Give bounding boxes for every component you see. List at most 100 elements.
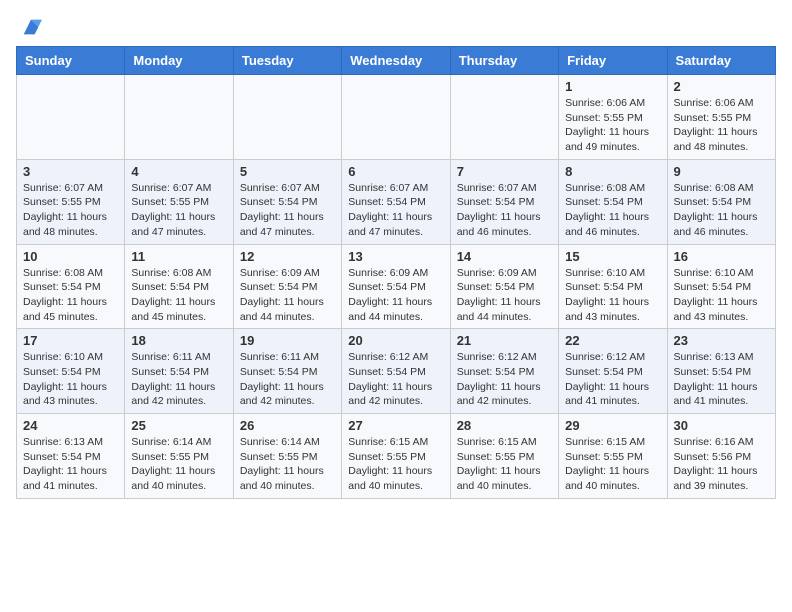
calendar-cell: 28 Sunrise: 6:15 AMSunset: 5:55 PMDayligh…: [450, 414, 558, 499]
cell-info-text: Sunrise: 6:10 AMSunset: 5:54 PMDaylight:…: [565, 266, 660, 325]
calendar-cell: 13 Sunrise: 6:09 AMSunset: 5:54 PMDayligh…: [342, 244, 450, 329]
cell-info-text: Sunrise: 6:10 AMSunset: 5:54 PMDaylight:…: [674, 266, 769, 325]
cell-info-text: Sunrise: 6:08 AMSunset: 5:54 PMDaylight:…: [131, 266, 226, 325]
cell-date-number: 17: [23, 333, 118, 348]
logo: [16, 16, 42, 38]
cell-info-text: Sunrise: 6:07 AMSunset: 5:54 PMDaylight:…: [240, 181, 335, 240]
calendar-cell: 26 Sunrise: 6:14 AMSunset: 5:55 PMDayligh…: [233, 414, 341, 499]
calendar-cell: 9 Sunrise: 6:08 AMSunset: 5:54 PMDaylight…: [667, 159, 775, 244]
calendar-cell: 29Sunrise: 6:15 AMSunset: 5:55 PMDayligh…: [559, 414, 667, 499]
calendar-cell: 2 Sunrise: 6:06 AMSunset: 5:55 PMDaylight…: [667, 75, 775, 160]
weekday-header-sunday: Sunday: [17, 47, 125, 75]
calendar-week-row: 24Sunrise: 6:13 AMSunset: 5:54 PMDayligh…: [17, 414, 776, 499]
weekday-header-monday: Monday: [125, 47, 233, 75]
cell-info-text: Sunrise: 6:15 AMSunset: 5:55 PMDaylight:…: [348, 435, 443, 494]
cell-info-text: Sunrise: 6:07 AMSunset: 5:55 PMDaylight:…: [131, 181, 226, 240]
calendar-cell: 21 Sunrise: 6:12 AMSunset: 5:54 PMDayligh…: [450, 329, 558, 414]
calendar-cell: 30Sunrise: 6:16 AMSunset: 5:56 PMDayligh…: [667, 414, 775, 499]
calendar-cell: 7 Sunrise: 6:07 AMSunset: 5:54 PMDaylight…: [450, 159, 558, 244]
weekday-header-thursday: Thursday: [450, 47, 558, 75]
cell-info-text: Sunrise: 6:12 AMSunset: 5:54 PMDaylight:…: [565, 350, 660, 409]
cell-info-text: Sunrise: 6:14 AMSunset: 5:55 PMDaylight:…: [131, 435, 226, 494]
calendar-cell: 22Sunrise: 6:12 AMSunset: 5:54 PMDayligh…: [559, 329, 667, 414]
calendar-cell: 27 Sunrise: 6:15 AMSunset: 5:55 PMDayligh…: [342, 414, 450, 499]
calendar-cell: [342, 75, 450, 160]
cell-date-number: 14: [457, 249, 552, 264]
calendar-cell: 11 Sunrise: 6:08 AMSunset: 5:54 PMDayligh…: [125, 244, 233, 329]
calendar-week-row: 1 Sunrise: 6:06 AMSunset: 5:55 PMDaylight…: [17, 75, 776, 160]
cell-date-number: 26: [240, 418, 335, 433]
calendar-cell: 20 Sunrise: 6:12 AMSunset: 5:54 PMDayligh…: [342, 329, 450, 414]
cell-date-number: 4: [131, 164, 226, 179]
cell-date-number: 21: [457, 333, 552, 348]
calendar-cell: [17, 75, 125, 160]
calendar-header: SundayMondayTuesdayWednesdayThursdayFrid…: [17, 47, 776, 75]
cell-info-text: Sunrise: 6:09 AMSunset: 5:54 PMDaylight:…: [348, 266, 443, 325]
calendar-body: 1 Sunrise: 6:06 AMSunset: 5:55 PMDaylight…: [17, 75, 776, 499]
cell-info-text: Sunrise: 6:13 AMSunset: 5:54 PMDaylight:…: [23, 435, 118, 494]
cell-date-number: 30: [674, 418, 769, 433]
page-header: [16, 16, 776, 38]
cell-info-text: Sunrise: 6:12 AMSunset: 5:54 PMDaylight:…: [457, 350, 552, 409]
calendar-cell: 18 Sunrise: 6:11 AMSunset: 5:54 PMDayligh…: [125, 329, 233, 414]
calendar-cell: 1 Sunrise: 6:06 AMSunset: 5:55 PMDaylight…: [559, 75, 667, 160]
calendar-cell: 6Sunrise: 6:07 AMSunset: 5:54 PMDaylight…: [342, 159, 450, 244]
cell-info-text: Sunrise: 6:06 AMSunset: 5:55 PMDaylight:…: [674, 96, 769, 155]
cell-info-text: Sunrise: 6:13 AMSunset: 5:54 PMDaylight:…: [674, 350, 769, 409]
calendar-cell: 5 Sunrise: 6:07 AMSunset: 5:54 PMDaylight…: [233, 159, 341, 244]
weekday-header-saturday: Saturday: [667, 47, 775, 75]
cell-info-text: Sunrise: 6:15 AMSunset: 5:55 PMDaylight:…: [565, 435, 660, 494]
calendar-cell: 3Sunrise: 6:07 AMSunset: 5:55 PMDaylight…: [17, 159, 125, 244]
cell-info-text: Sunrise: 6:09 AMSunset: 5:54 PMDaylight:…: [240, 266, 335, 325]
cell-date-number: 28: [457, 418, 552, 433]
cell-info-text: Sunrise: 6:07 AMSunset: 5:55 PMDaylight:…: [23, 181, 118, 240]
cell-date-number: 11: [131, 249, 226, 264]
cell-info-text: Sunrise: 6:10 AMSunset: 5:54 PMDaylight:…: [23, 350, 118, 409]
cell-date-number: 9: [674, 164, 769, 179]
cell-date-number: 5: [240, 164, 335, 179]
calendar-cell: 19Sunrise: 6:11 AMSunset: 5:54 PMDayligh…: [233, 329, 341, 414]
cell-info-text: Sunrise: 6:09 AMSunset: 5:54 PMDaylight:…: [457, 266, 552, 325]
cell-info-text: Sunrise: 6:08 AMSunset: 5:54 PMDaylight:…: [565, 181, 660, 240]
calendar-cell: [125, 75, 233, 160]
calendar-cell: 25 Sunrise: 6:14 AMSunset: 5:55 PMDayligh…: [125, 414, 233, 499]
weekday-header-row: SundayMondayTuesdayWednesdayThursdayFrid…: [17, 47, 776, 75]
cell-date-number: 23: [674, 333, 769, 348]
cell-date-number: 2: [674, 79, 769, 94]
calendar-week-row: 3Sunrise: 6:07 AMSunset: 5:55 PMDaylight…: [17, 159, 776, 244]
cell-info-text: Sunrise: 6:08 AMSunset: 5:54 PMDaylight:…: [674, 181, 769, 240]
cell-date-number: 1: [565, 79, 660, 94]
cell-date-number: 10: [23, 249, 118, 264]
cell-date-number: 7: [457, 164, 552, 179]
cell-date-number: 8: [565, 164, 660, 179]
cell-info-text: Sunrise: 6:15 AMSunset: 5:55 PMDaylight:…: [457, 435, 552, 494]
calendar-cell: 4 Sunrise: 6:07 AMSunset: 5:55 PMDaylight…: [125, 159, 233, 244]
cell-date-number: 20: [348, 333, 443, 348]
cell-date-number: 16: [674, 249, 769, 264]
calendar-cell: 8 Sunrise: 6:08 AMSunset: 5:54 PMDaylight…: [559, 159, 667, 244]
cell-info-text: Sunrise: 6:12 AMSunset: 5:54 PMDaylight:…: [348, 350, 443, 409]
cell-info-text: Sunrise: 6:06 AMSunset: 5:55 PMDaylight:…: [565, 96, 660, 155]
logo-icon: [20, 16, 42, 38]
cell-date-number: 13: [348, 249, 443, 264]
calendar-week-row: 10 Sunrise: 6:08 AMSunset: 5:54 PMDayligh…: [17, 244, 776, 329]
cell-date-number: 25: [131, 418, 226, 433]
cell-info-text: Sunrise: 6:07 AMSunset: 5:54 PMDaylight:…: [348, 181, 443, 240]
calendar-cell: 17 Sunrise: 6:10 AMSunset: 5:54 PMDayligh…: [17, 329, 125, 414]
calendar-cell: 10 Sunrise: 6:08 AMSunset: 5:54 PMDayligh…: [17, 244, 125, 329]
cell-date-number: 18: [131, 333, 226, 348]
cell-date-number: 27: [348, 418, 443, 433]
calendar-cell: 16 Sunrise: 6:10 AMSunset: 5:54 PMDayligh…: [667, 244, 775, 329]
cell-info-text: Sunrise: 6:08 AMSunset: 5:54 PMDaylight:…: [23, 266, 118, 325]
weekday-header-tuesday: Tuesday: [233, 47, 341, 75]
calendar-cell: 24Sunrise: 6:13 AMSunset: 5:54 PMDayligh…: [17, 414, 125, 499]
cell-info-text: Sunrise: 6:07 AMSunset: 5:54 PMDaylight:…: [457, 181, 552, 240]
cell-info-text: Sunrise: 6:11 AMSunset: 5:54 PMDaylight:…: [240, 350, 335, 409]
cell-info-text: Sunrise: 6:11 AMSunset: 5:54 PMDaylight:…: [131, 350, 226, 409]
cell-info-text: Sunrise: 6:14 AMSunset: 5:55 PMDaylight:…: [240, 435, 335, 494]
calendar-table: SundayMondayTuesdayWednesdayThursdayFrid…: [16, 46, 776, 499]
calendar-cell: 23 Sunrise: 6:13 AMSunset: 5:54 PMDayligh…: [667, 329, 775, 414]
calendar-cell: [233, 75, 341, 160]
calendar-cell: [450, 75, 558, 160]
calendar-cell: 15Sunrise: 6:10 AMSunset: 5:54 PMDayligh…: [559, 244, 667, 329]
